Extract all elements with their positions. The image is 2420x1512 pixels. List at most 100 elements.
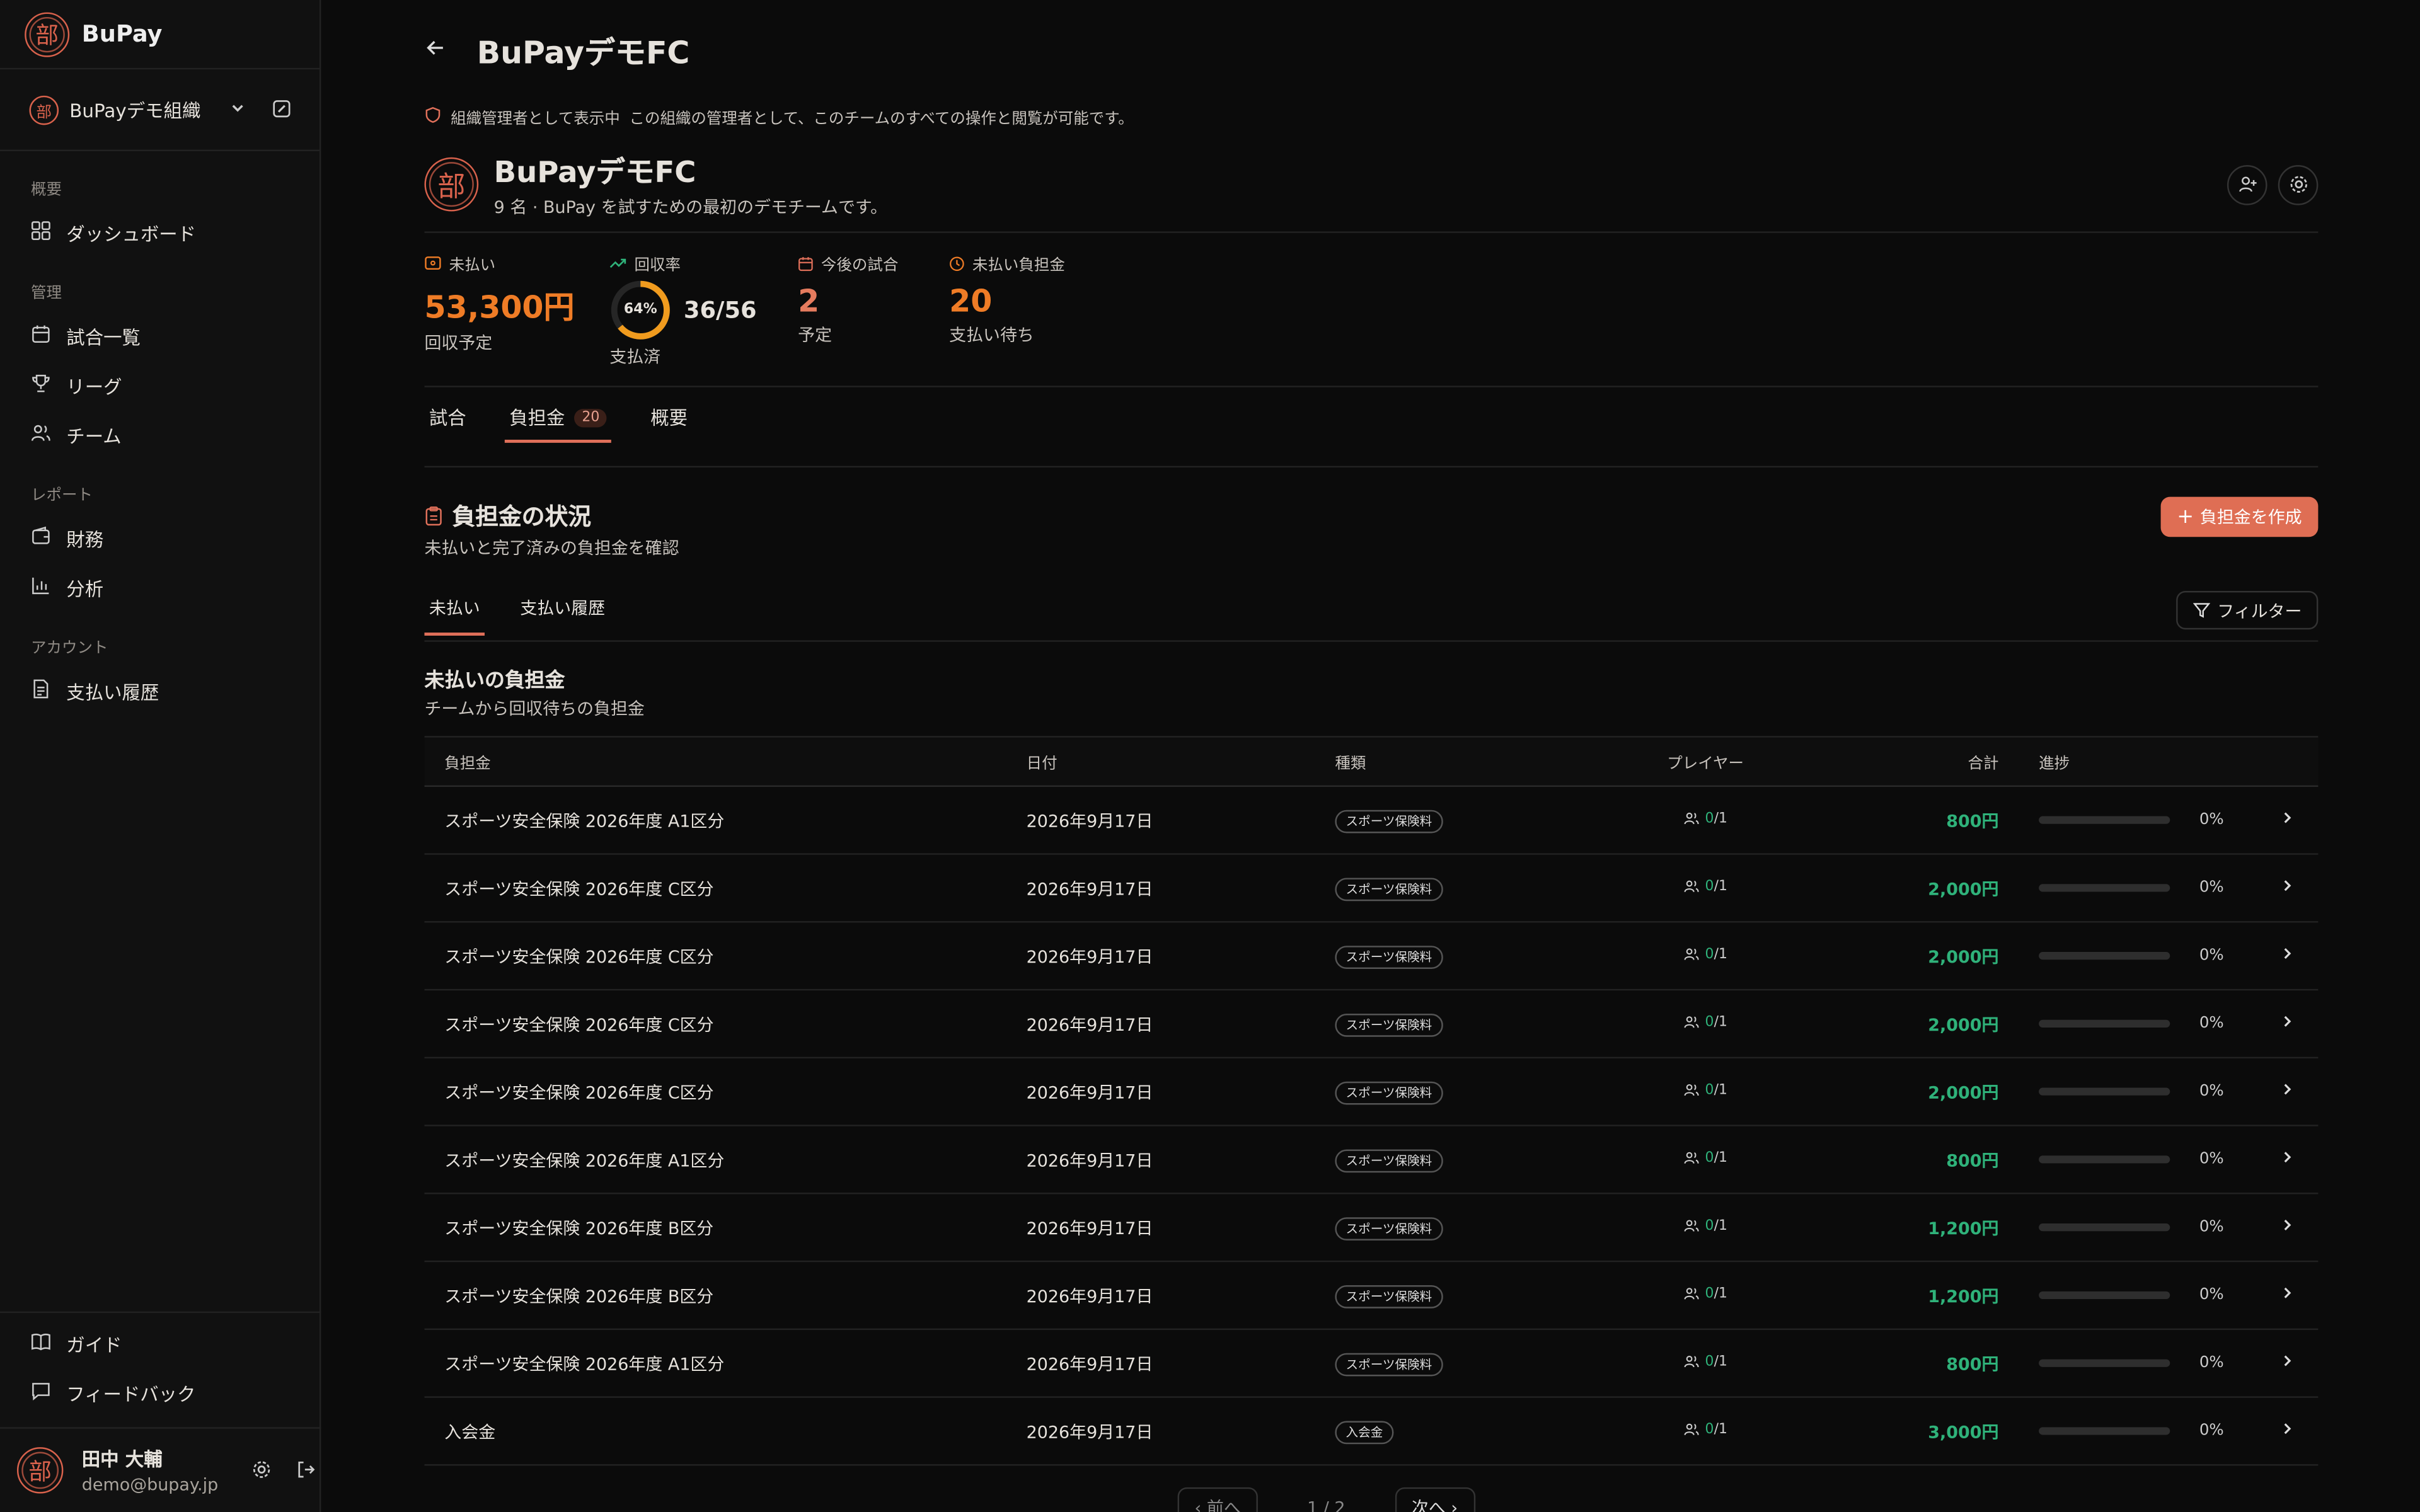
tab-overview[interactable]: 概要 — [646, 404, 693, 443]
table-row[interactable]: スポーツ安全保険 2026年度 B区分 2026年9月17日 スポーツ保険料 0/1 1… — [424, 1194, 2319, 1263]
divider — [424, 231, 2319, 233]
chevron-right-icon[interactable] — [2279, 1014, 2295, 1034]
fee-name: スポーツ安全保険 2026年度 C区分 — [444, 878, 714, 899]
sidebar-item-g1-1[interactable]: リーグ — [0, 361, 320, 410]
sidebar-item-bottom-0[interactable]: ガイド — [0, 1319, 321, 1368]
column-header[interactable]: 進捗 — [2014, 750, 2261, 773]
fee-date: 2026年9月17日 — [1026, 1421, 1153, 1442]
table-row[interactable]: 入会金 2026年9月17日 入会金 0/1 3,000円 0% — [424, 1398, 2319, 1466]
player-count: 0/1 — [1683, 1286, 1727, 1302]
players-total: /1 — [1714, 946, 1728, 962]
players-total: /1 — [1714, 878, 1728, 895]
collection-rate-ring: 64% — [609, 279, 671, 341]
progress-bar — [2039, 1087, 2170, 1096]
sidebar: 部 BuPay 部 BuPayデモ組織 概要 ダッシュボード 管理 試合一覧 リーグ チー… — [0, 0, 321, 1512]
sidebar-item-g2-0[interactable]: 財務 — [0, 514, 320, 563]
sidebar-item-label: ダッシュボード — [66, 222, 197, 245]
subtabs: 未払い 支払い履歴 — [424, 595, 609, 636]
brand[interactable]: 部 BuPay — [0, 0, 320, 70]
player-count: 0/1 — [1683, 1422, 1727, 1437]
filter-button[interactable]: フィルター — [2176, 590, 2319, 630]
progress-bar — [2039, 952, 2170, 960]
progress-percent: 0% — [2199, 1286, 2224, 1304]
player-count: 0/1 — [1683, 1150, 1727, 1166]
chevron-right-icon[interactable] — [2279, 878, 2295, 898]
chevron-right-icon[interactable] — [2279, 1150, 2295, 1170]
add-member-button[interactable] — [2227, 164, 2267, 205]
table-row[interactable]: スポーツ安全保険 2026年度 C区分 2026年9月17日 スポーツ保険料 0/1 2… — [424, 990, 2319, 1059]
table-row[interactable]: スポーツ安全保険 2026年度 A1区分 2026年9月17日 スポーツ保険料 0/1… — [424, 1330, 2319, 1398]
player-count: 0/1 — [1683, 1218, 1727, 1234]
sidebar-item-label: ガイド — [66, 1334, 122, 1356]
plus-icon: + — [2177, 505, 2194, 529]
org-switcher[interactable]: 部 BuPayデモ組織 — [0, 69, 320, 152]
chevron-right-icon[interactable] — [2279, 1353, 2295, 1373]
column-header[interactable]: 種類 — [1335, 750, 1628, 773]
sidebar-item-g1-0[interactable]: 試合一覧 — [0, 312, 320, 361]
column-header[interactable]: 負担金 — [424, 750, 1026, 773]
stat-unpaid: 未払い 53,300円 回収予定 — [424, 251, 609, 369]
fee-total: 800円 — [1946, 1353, 1999, 1374]
nav-group-label: アカウント — [30, 640, 108, 658]
prev-page-button[interactable]: ‹ 前へ — [1177, 1487, 1258, 1512]
receipt-icon — [31, 679, 51, 704]
sidebar-item-g3-0[interactable]: 支払い履歴 — [0, 667, 320, 716]
chevron-right-icon[interactable] — [2279, 1285, 2295, 1305]
users-icon — [1683, 1084, 1699, 1096]
chevron-right-icon[interactable] — [2279, 1082, 2295, 1102]
chevron-right-icon[interactable] — [2279, 1421, 2295, 1441]
calendar-icon — [798, 256, 813, 270]
progress-percent: 0% — [2199, 1083, 2224, 1101]
sidebar-item-label: 支払い履歴 — [66, 681, 159, 703]
fee-date: 2026年9月17日 — [1026, 1082, 1153, 1102]
column-header[interactable]: 合計 — [1783, 750, 2014, 773]
logout-icon[interactable] — [297, 1456, 317, 1486]
fee-total: 2,000円 — [1928, 878, 1999, 899]
stat-rate-ratio: 36/56 — [683, 296, 757, 324]
chevron-down-icon[interactable] — [230, 100, 245, 120]
progress-percent: 0% — [2199, 811, 2224, 829]
fee-total: 2,000円 — [1928, 1082, 1999, 1102]
table-row[interactable]: スポーツ安全保険 2026年度 C区分 2026年9月17日 スポーツ保険料 0/1 2… — [424, 1058, 2319, 1126]
back-arrow-icon[interactable] — [424, 35, 446, 65]
subtab-unpaid[interactable]: 未払い — [424, 595, 485, 636]
chevron-right-icon[interactable] — [2279, 810, 2295, 830]
chevron-right-icon[interactable] — [2279, 946, 2295, 966]
admin-notice: 組織管理者として表示中 この組織の管理者として、このチームのすべての操作と閲覧が… — [424, 105, 1134, 128]
sidebar-item-bottom-1[interactable]: フィードバック — [0, 1368, 321, 1418]
fee-name: スポーツ安全保険 2026年度 A1区分 — [444, 1150, 725, 1171]
fees-table: 負担金 日付 種類 プレイヤー 合計 進捗 スポーツ安全保険 2026年度 A1… — [424, 736, 2319, 1466]
users-icon — [31, 423, 51, 447]
table-row[interactable]: スポーツ安全保険 2026年度 C区分 2026年9月17日 スポーツ保険料 0/1 2… — [424, 923, 2319, 991]
gear-icon[interactable] — [252, 1456, 272, 1486]
sidebar-item-g1-2[interactable]: チーム — [0, 410, 320, 459]
table-row[interactable]: スポーツ安全保険 2026年度 C区分 2026年9月17日 スポーツ保険料 0/1 2… — [424, 855, 2319, 923]
chevron-right-icon[interactable] — [2279, 1217, 2295, 1237]
fee-date: 2026年9月17日 — [1026, 1218, 1153, 1239]
fee-total: 3,000円 — [1928, 1421, 1999, 1442]
sidebar-item-g2-1[interactable]: 分析 — [0, 563, 320, 612]
table-row[interactable]: スポーツ安全保険 2026年度 A1区分 2026年9月17日 スポーツ保険料 0/1… — [424, 787, 2319, 855]
progress-percent: 0% — [2199, 879, 2224, 896]
create-fee-button[interactable]: + 負担金を作成 — [2160, 496, 2319, 537]
fee-name: スポーツ安全保険 2026年度 A1区分 — [444, 810, 725, 831]
edit-icon[interactable] — [272, 95, 292, 125]
table-row[interactable]: スポーツ安全保険 2026年度 A1区分 2026年9月17日 スポーツ保険料 0/1… — [424, 1126, 2319, 1194]
table-row[interactable]: スポーツ安全保険 2026年度 B区分 2026年9月17日 スポーツ保険料 0/1 1… — [424, 1262, 2319, 1331]
user-name: 田中 大輔 — [81, 1448, 163, 1470]
subtab-history[interactable]: 支払い履歴 — [516, 595, 609, 636]
progress-percent: 0% — [2199, 947, 2224, 965]
dashboard-icon — [31, 220, 51, 245]
next-page-button[interactable]: 次へ › — [1394, 1487, 1475, 1512]
fee-type-badge: スポーツ保険料 — [1335, 810, 1443, 833]
tab-games[interactable]: 試合 — [424, 404, 471, 443]
progress-percent: 0% — [2199, 1015, 2224, 1033]
tab-fees[interactable]: 負担金 20 — [504, 404, 612, 443]
team-settings-button[interactable] — [2278, 164, 2319, 205]
column-header[interactable]: プレイヤー — [1628, 750, 1783, 773]
sidebar-item-g0-0[interactable]: ダッシュボード — [0, 209, 320, 258]
team-info: 部 BuPayデモFC 9 名 · BuPay を試すための最初のデモチームです… — [424, 150, 2319, 219]
fee-total: 1,200円 — [1928, 1218, 1999, 1239]
column-header[interactable]: 日付 — [1027, 750, 1335, 773]
players-total: /1 — [1714, 1150, 1728, 1166]
